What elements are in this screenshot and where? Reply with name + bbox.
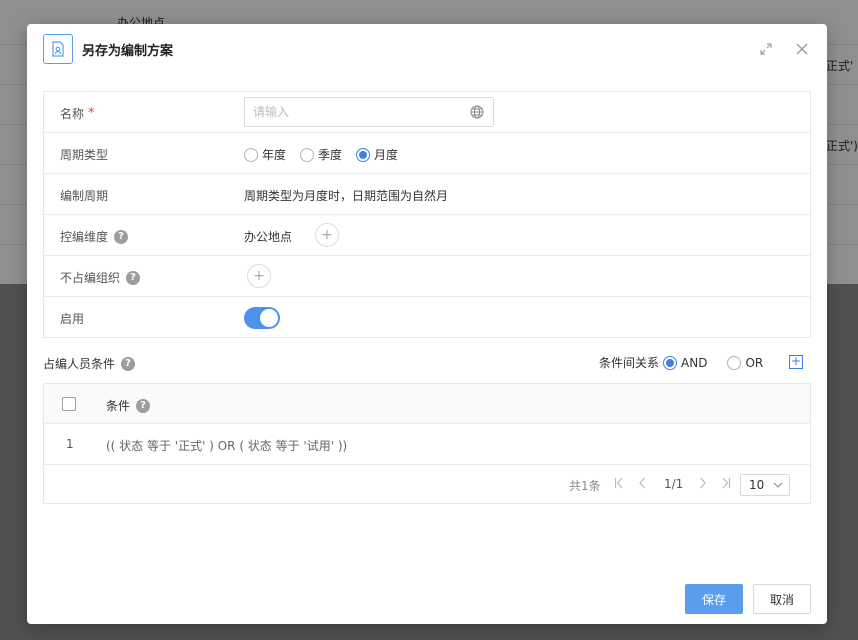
radio-or[interactable]: OR [727,355,764,370]
page-size-select[interactable]: 10 [740,474,790,496]
save-button[interactable]: 保存 [685,584,743,614]
radio-circle[interactable] [244,147,258,162]
row-index: 1 [66,437,74,451]
help-icon[interactable]: ? [126,270,141,285]
radio-circle-checked[interactable] [663,355,678,370]
toggle-knob [260,309,278,327]
relation-label: 条件间关系 [599,356,660,370]
first-page-icon[interactable] [614,477,624,492]
prev-page-icon[interactable] [638,477,646,492]
name-input[interactable] [244,97,494,127]
cancel-button[interactable]: 取消 [753,584,811,614]
enabled-label: 启用 [60,312,85,326]
radio-label: 年度 [262,148,287,162]
required-mark: * [88,106,95,121]
enabled-toggle[interactable] [244,307,280,329]
control-dimension-value: 办公地点 [244,230,293,244]
last-page-icon[interactable] [721,477,731,492]
help-icon[interactable]: ? [136,398,151,413]
expand-icon[interactable] [757,40,775,58]
page-indicator: 1/1 [664,477,684,491]
radio-and[interactable]: AND [663,355,708,370]
period-row: 编制周期 周期类型为月度时，日期范围为自然月 [44,174,810,215]
control-dimension-row: 控编维度 ? 办公地点 + [44,215,810,256]
name-label-text: 名称 [60,107,85,121]
plan-form: 名称 * 周期类型 年度 季度 [43,91,811,338]
conditions-title: 占编人员条件 ? [43,355,136,372]
help-icon[interactable]: ? [114,229,129,244]
save-as-plan-dialog: 另存为编制方案 名称 * 周期类型 [27,24,827,624]
column-header-text: 条件 [106,399,131,413]
control-dimension-label: 控编维度 ? [60,228,129,245]
row-condition: (( 状态 等于 '正式' ) OR ( 状态 等于 '试用' )) [106,439,348,453]
period-type-label: 周期类型 [60,148,109,162]
period-type-row: 周期类型 年度 季度 月度 [44,133,810,174]
enabled-row: 启用 [44,297,810,338]
radio-circle[interactable] [727,355,742,370]
radio-circle[interactable] [300,147,315,162]
chevron-down-icon [773,475,783,503]
excluded-org-row: 不占编组织 ? + [44,256,810,297]
excluded-org-label-text: 不占编组织 [60,271,121,285]
name-row: 名称 * [44,92,810,133]
conditions-table: 条件 ? 1 (( 状态 等于 '正式' ) OR ( 状态 等于 '试用' )… [43,383,811,504]
period-value: 周期类型为月度时，日期范围为自然月 [244,189,449,203]
radio-label: 月度 [374,148,399,162]
select-all-checkbox[interactable] [62,397,76,411]
radio-label: 季度 [318,148,343,162]
radio-quarter[interactable]: 季度 [300,146,342,163]
dialog-title: 另存为编制方案 [82,44,174,59]
column-header-condition: 条件 ? [106,397,151,414]
excluded-org-label: 不占编组织 ? [60,269,141,286]
period-label: 编制周期 [60,189,109,203]
table-row[interactable]: 1 (( 状态 等于 '正式' ) OR ( 状态 等于 '试用' )) [44,424,810,465]
radio-label: OR [745,355,764,370]
document-user-icon [43,34,73,64]
add-condition-icon[interactable]: + [789,355,803,369]
page-size-value: 10 [749,478,765,492]
globe-icon[interactable] [470,105,484,119]
radio-label: AND [681,355,708,370]
pagination-total: 共1条 [569,479,601,493]
radio-circle-checked[interactable] [356,147,371,162]
pagination: 共1条 1/1 10 [44,465,810,503]
relation-radio-group: 条件间关系 AND OR [599,354,783,371]
dialog-header: 另存为编制方案 [27,24,827,74]
close-icon[interactable] [793,40,811,58]
radio-month[interactable]: 月度 [356,146,398,163]
next-page-icon[interactable] [699,477,707,492]
add-dimension-button[interactable]: + [315,223,339,247]
control-dimension-label-text: 控编维度 [60,230,109,244]
table-header: 条件 ? [44,384,810,424]
period-type-radio-group: 年度 季度 月度 [244,146,412,163]
radio-year[interactable]: 年度 [244,146,286,163]
name-label: 名称 * [60,105,95,122]
add-excluded-org-button[interactable]: + [247,264,271,288]
help-icon[interactable]: ? [121,356,136,371]
conditions-title-text: 占编人员条件 [43,357,116,371]
